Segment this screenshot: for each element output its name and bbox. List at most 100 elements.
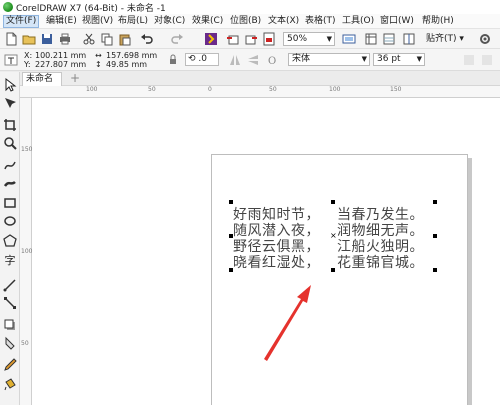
redo-icon[interactable] [170, 32, 184, 46]
transparency-tool-icon[interactable] [3, 336, 17, 350]
copy-icon[interactable] [100, 32, 114, 46]
polygon-tool-icon[interactable] [3, 234, 17, 248]
horizontal-ruler[interactable]: 100 50 0 50 100 150 [20, 86, 500, 98]
ellipse-tool-icon[interactable] [3, 214, 17, 228]
height-input[interactable]: 49.85 mm [106, 60, 147, 69]
document-tab-bar: 未命名 -1 + [0, 71, 500, 97]
menu-tools[interactable]: 工具(O) [340, 15, 376, 28]
paste-icon[interactable] [118, 32, 132, 46]
search-content-icon[interactable] [204, 32, 218, 46]
new-document-icon[interactable] [4, 32, 18, 46]
pick-tool-icon[interactable] [3, 78, 17, 92]
menu-effects[interactable]: 效果(C) [190, 15, 225, 28]
y-position-input[interactable]: 227.807 mm [35, 60, 86, 69]
snap-to-label: 贴齐(T) [426, 34, 457, 44]
shape-tool-icon[interactable] [3, 96, 17, 110]
chevron-down-icon: ▼ [416, 55, 422, 63]
font-name-value: 宋体 [292, 54, 311, 64]
chevron-down-icon: ▼ [326, 35, 332, 43]
ruler-tick-label: 50 [269, 86, 277, 93]
bold-icon[interactable] [462, 53, 476, 67]
rotate-icon: ⟲ [188, 54, 196, 64]
options-gear-icon[interactable] [478, 32, 492, 46]
export-icon[interactable] [244, 32, 258, 46]
ruler-tick-label: 100 [21, 248, 33, 255]
document-tab[interactable]: 未命名 -1 [22, 72, 62, 97]
mirror-horizontal-icon[interactable] [228, 53, 242, 67]
standard-toolbar: 50% ▼ 贴齐(T) ▾ [0, 29, 500, 49]
zoom-tool-icon[interactable] [3, 136, 17, 150]
svg-text:O: O [268, 56, 276, 67]
italic-icon[interactable] [480, 53, 494, 67]
text-props-icon[interactable] [4, 53, 18, 67]
interactive-fill-tool-icon[interactable] [3, 378, 17, 392]
lock-ratio-icon[interactable] [166, 53, 180, 67]
freehand-tool-icon[interactable] [3, 158, 17, 172]
menu-view[interactable]: 视图(V) [80, 15, 115, 28]
toolbox: 字 [0, 72, 20, 405]
ruler-tick-label: 150 [390, 86, 402, 93]
font-size-value: 36 pt [377, 54, 401, 64]
snap-to-button[interactable]: 贴齐(T) ▾ [426, 32, 464, 46]
zoom-level-select[interactable]: 50% ▼ [283, 32, 335, 46]
menu-table[interactable]: 表格(T) [303, 15, 338, 28]
eyedropper-tool-icon[interactable] [3, 358, 17, 372]
coreldraw-logo-icon [3, 2, 13, 12]
menu-layout[interactable]: 布局(L) [116, 15, 150, 28]
undo-icon[interactable] [140, 32, 154, 46]
zoom-level-value: 50% [287, 34, 308, 44]
drop-shadow-tool-icon[interactable] [3, 318, 17, 332]
font-list-select[interactable]: 宋体 ▼ [288, 53, 370, 66]
save-icon[interactable] [40, 32, 54, 46]
height-arrows-icon: ↕ [95, 60, 102, 69]
publish-pdf-icon[interactable] [262, 32, 276, 46]
menu-help[interactable]: 帮助(H) [420, 15, 456, 28]
rotation-angle-input[interactable]: ⟲ .0 [185, 53, 219, 66]
width-input[interactable]: 157.698 mm [106, 51, 157, 60]
ruler-tick-label: 0 [208, 86, 212, 93]
print-icon[interactable] [58, 32, 72, 46]
artistic-media-tool-icon[interactable] [3, 176, 17, 190]
ruler-tick-label: 150 [21, 146, 33, 153]
ruler-tick-label: 50 [21, 340, 29, 347]
menu-window[interactable]: 窗口(W) [378, 15, 416, 28]
menu-bar: 文件(F) 编辑(E) 视图(V) 布局(L) 对象(C) 效果(C) 位图(B… [0, 14, 500, 29]
title-bar: CorelDRAW X7 (64-Bit) - 未命名 -1 [0, 0, 500, 14]
size-fields: ↔ 157.698 mm ↕ 49.85 mm [95, 51, 157, 69]
x-position-label: X: [24, 51, 33, 60]
ruler-tick-label: 50 [148, 86, 156, 93]
vertical-ruler[interactable]: 150 100 50 [20, 98, 32, 405]
y-position-label: Y: [24, 60, 31, 69]
rectangle-tool-icon[interactable] [3, 196, 17, 210]
ruler-tick-label: 100 [329, 86, 341, 93]
property-bar: X: 100.211 mm Y: 227.807 mm ↔ 157.698 mm… [0, 49, 500, 71]
menu-text[interactable]: 文本(X) [266, 15, 301, 28]
width-arrows-icon: ↔ [95, 51, 102, 60]
drawing-canvas[interactable]: 好雨知时节， 随风潜入夜， 野径云俱黑， 晓看红湿处， 当春乃发生。 润物细无声… [33, 99, 500, 405]
object-font-icon[interactable]: O [266, 53, 280, 67]
mirror-vertical-icon[interactable] [246, 53, 260, 67]
show-guidelines-icon[interactable] [402, 32, 416, 46]
menu-file[interactable]: 文件(F) [3, 15, 40, 28]
show-grid-icon[interactable] [382, 32, 396, 46]
show-rulers-icon[interactable] [364, 32, 378, 46]
open-folder-icon[interactable] [22, 32, 36, 46]
add-tab-icon[interactable]: + [70, 72, 80, 84]
menu-object[interactable]: 对象(C) [152, 15, 187, 28]
window-title: CorelDRAW X7 (64-Bit) - 未命名 -1 [16, 4, 166, 14]
cut-icon[interactable] [82, 32, 96, 46]
font-size-select[interactable]: 36 pt ▼ [373, 53, 425, 66]
crop-tool-icon[interactable] [3, 118, 17, 132]
x-position-input[interactable]: 100.211 mm [35, 51, 86, 60]
parallel-dimension-tool-icon[interactable] [3, 278, 17, 292]
rotation-angle-value: .0 [198, 54, 208, 64]
annotation-arrow [264, 285, 311, 361]
connector-tool-icon[interactable] [3, 296, 17, 310]
full-screen-preview-icon[interactable] [342, 32, 356, 46]
menu-bitmaps[interactable]: 位图(B) [228, 15, 263, 28]
position-fields: X: 100.211 mm Y: 227.807 mm [24, 51, 86, 69]
menu-edit[interactable]: 编辑(E) [44, 15, 79, 28]
import-icon[interactable] [226, 32, 240, 46]
ruler-tick-label: 100 [86, 86, 98, 93]
text-tool-icon[interactable]: 字 [3, 254, 17, 268]
